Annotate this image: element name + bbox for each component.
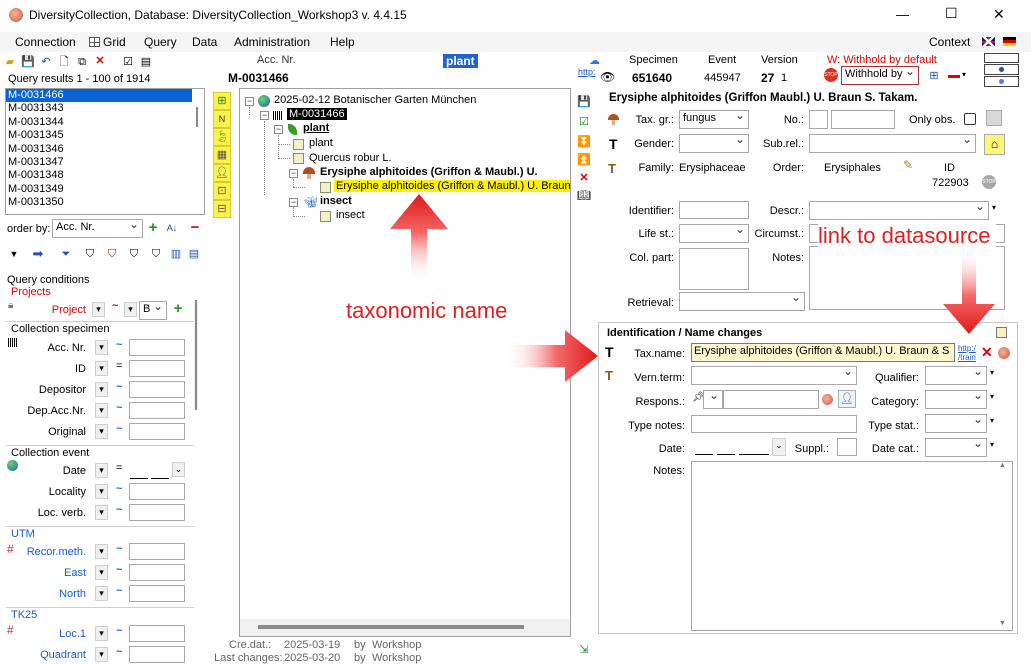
annotation-link-to-datasource: link to datasource xyxy=(818,222,997,251)
arrow-down-datasource xyxy=(943,248,995,334)
annotation-overlay xyxy=(390,194,995,382)
annotation-link-text: link to datasource xyxy=(818,223,991,248)
annotation-taxonomic-name: taxonomic name xyxy=(346,298,508,323)
arrow-up-taxonomic-name xyxy=(390,194,448,282)
arrow-right-taxname xyxy=(505,330,598,382)
